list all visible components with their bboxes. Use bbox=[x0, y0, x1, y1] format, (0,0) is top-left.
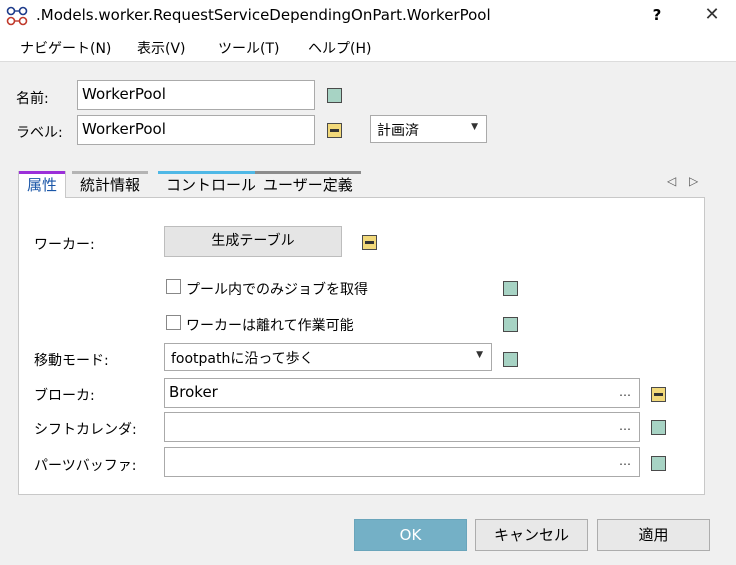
cancel-button[interactable]: キャンセル bbox=[475, 519, 588, 551]
tab-attributes-color bbox=[19, 171, 66, 174]
pool-only-label: プール内でのみジョブを取得 bbox=[186, 282, 368, 298]
remote-work-label: ワーカーは離れて作業可能 bbox=[186, 318, 354, 334]
move-mode-select[interactable]: footpathに沿って歩く ▼ bbox=[164, 343, 492, 371]
worker-label: ワーカー: bbox=[34, 237, 95, 253]
label-label: ラベル: bbox=[16, 125, 63, 141]
parts-buffer-input[interactable]: … bbox=[164, 447, 640, 477]
broker-inherit-marker[interactable] bbox=[651, 387, 666, 402]
name-input[interactable]: WorkerPool bbox=[77, 80, 315, 110]
tab-user-defined-label: ユーザー定義 bbox=[263, 176, 353, 194]
move-mode-select-value: footpathに沿って歩く bbox=[171, 351, 314, 367]
broker-browse-icon[interactable]: … bbox=[619, 385, 631, 399]
menu-tools[interactable]: ツール(T) bbox=[218, 38, 279, 58]
move-mode-label: 移動モード: bbox=[34, 353, 109, 369]
apply-button[interactable]: 適用 bbox=[597, 519, 710, 551]
close-icon[interactable]: ✕ bbox=[700, 4, 724, 28]
tab-controls[interactable]: コントロール bbox=[158, 171, 265, 198]
chevron-down-icon: ▼ bbox=[471, 122, 478, 132]
remote-work-checkbox[interactable] bbox=[166, 315, 181, 330]
name-label: 名前: bbox=[16, 91, 49, 107]
broker-label: ブローカ: bbox=[34, 388, 95, 404]
tab-user-defined[interactable]: ユーザー定義 bbox=[255, 171, 361, 198]
parts-buffer-browse-icon[interactable]: … bbox=[619, 454, 631, 468]
tab-next-icon[interactable]: ▷ bbox=[689, 174, 698, 188]
ok-button[interactable]: OK bbox=[354, 519, 467, 551]
menu-view[interactable]: 表示(V) bbox=[137, 38, 186, 58]
pool-only-checkbox[interactable] bbox=[166, 279, 181, 294]
parts-buffer-label: パーツバッファ: bbox=[34, 458, 137, 474]
menu-help[interactable]: ヘルプ(H) bbox=[308, 38, 371, 58]
tab-controls-label: コントロール bbox=[166, 176, 257, 194]
menu-bar: ナビゲート(N) 表示(V) ツール(T) ヘルプ(H) bbox=[0, 32, 736, 62]
chevron-down-icon: ▼ bbox=[476, 350, 483, 360]
status-select-value: 計画済 bbox=[377, 123, 419, 139]
shift-calendar-inherit-marker[interactable] bbox=[651, 420, 666, 435]
help-button[interactable]: ? bbox=[648, 6, 666, 26]
tab-attributes[interactable]: 属性 bbox=[18, 171, 67, 198]
name-inherit-marker[interactable] bbox=[327, 88, 342, 103]
label-input[interactable]: WorkerPool bbox=[77, 115, 315, 145]
move-mode-inherit-marker[interactable] bbox=[503, 352, 518, 367]
label-inherit-marker[interactable] bbox=[327, 123, 342, 138]
worker-inherit-marker[interactable] bbox=[362, 235, 377, 250]
window-title: .Models.worker.RequestServiceDependingOn… bbox=[36, 6, 491, 24]
status-select[interactable]: 計画済 ▼ bbox=[370, 115, 487, 143]
broker-input[interactable]: Broker … bbox=[164, 378, 640, 408]
tab-attributes-label: 属性 bbox=[27, 176, 58, 194]
menu-navigate[interactable]: ナビゲート(N) bbox=[20, 38, 111, 58]
tab-statistics[interactable]: 統計情報 bbox=[72, 171, 149, 198]
shift-calendar-browse-icon[interactable]: … bbox=[619, 419, 631, 433]
tab-user-defined-color bbox=[255, 171, 361, 174]
broker-input-value: Broker bbox=[169, 383, 218, 401]
shift-calendar-input[interactable]: … bbox=[164, 412, 640, 442]
shift-calendar-label: シフトカレンダ: bbox=[34, 422, 137, 438]
pool-only-inherit-marker[interactable] bbox=[503, 281, 518, 296]
creation-table-button[interactable]: 生成テーブル bbox=[164, 226, 342, 257]
tab-statistics-label: 統計情報 bbox=[80, 176, 141, 194]
remote-work-inherit-marker[interactable] bbox=[503, 317, 518, 332]
parts-buffer-inherit-marker[interactable] bbox=[651, 456, 666, 471]
tab-statistics-color bbox=[72, 171, 149, 174]
app-logo-icon bbox=[6, 6, 28, 26]
tab-prev-icon[interactable]: ◁ bbox=[667, 174, 676, 188]
tab-controls-color bbox=[158, 171, 265, 174]
